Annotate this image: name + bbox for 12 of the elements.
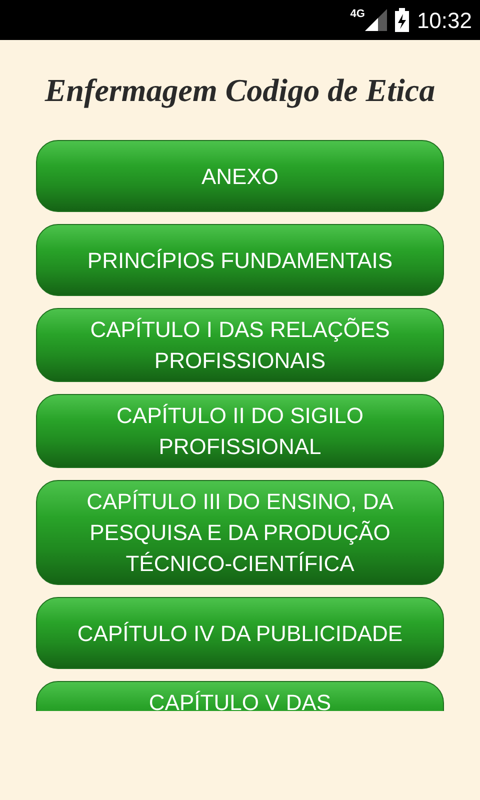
app-title: Enfermagem Codigo de Etica — [44, 71, 436, 110]
clock: 10:32 — [416, 6, 472, 34]
chapter-button[interactable]: CAPÍTULO V DAS — [36, 681, 444, 711]
chapter-button[interactable]: CAPÍTULO IV DA PUBLICIDADE — [36, 597, 444, 669]
chapter-button[interactable]: PRINCÍPIOS FUNDAMENTAIS — [36, 224, 444, 296]
chapter-button[interactable]: CAPÍTULO II DO SIGILO PROFISSIONAL — [36, 394, 444, 468]
chapter-button[interactable]: ANEXO — [36, 140, 444, 212]
chapter-button[interactable]: CAPÍTULO I DAS RELAÇÕES PROFISSIONAIS — [36, 308, 444, 382]
battery-icon — [394, 8, 409, 32]
network-label: 4G — [350, 7, 365, 22]
chapter-button[interactable]: CAPÍTULO III DO ENSINO, DA PESQUISA E DA PRODUÇÃO TÉCNICO-CIENTÍFICA — [36, 480, 444, 585]
signal-icon — [364, 9, 387, 31]
